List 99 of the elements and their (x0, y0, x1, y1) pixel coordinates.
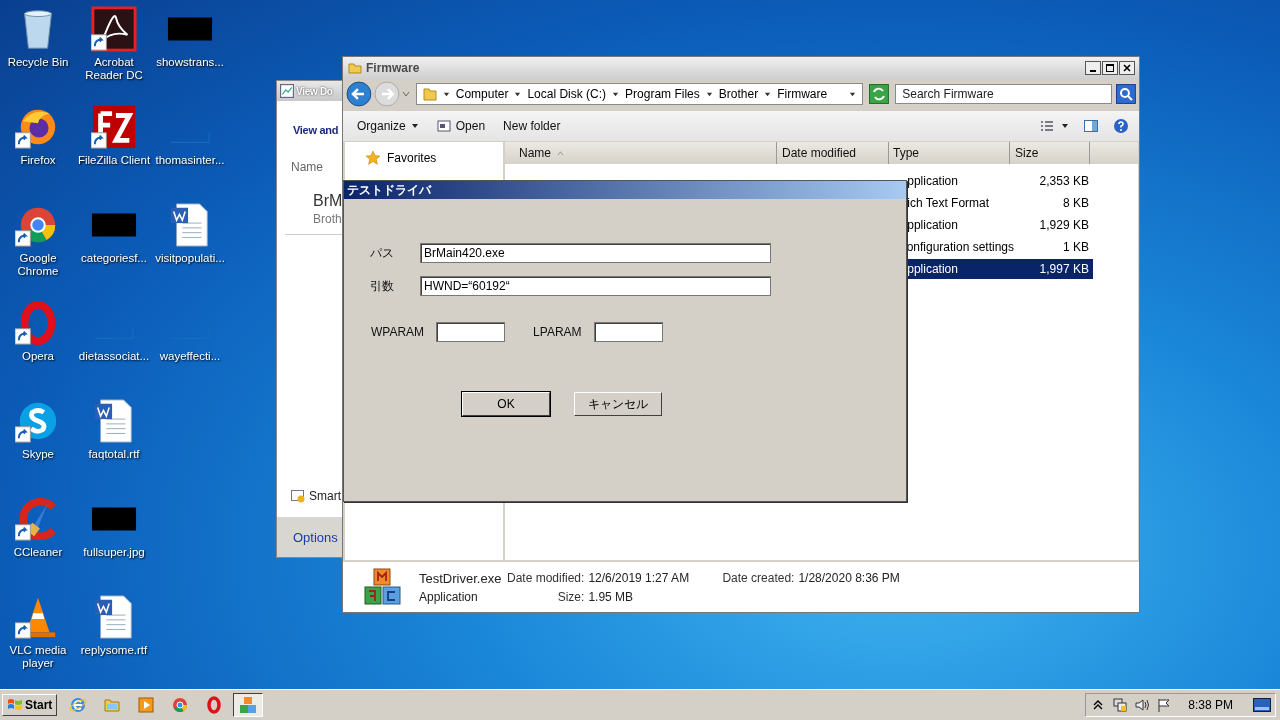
nav-item[interactable]: Favorites (387, 151, 437, 165)
input-field[interactable] (436, 322, 506, 342)
panel-heading: View and (293, 124, 339, 136)
detail-value: 1/28/2020 8:36 PM (798, 571, 900, 585)
detail-value: 1.95 MB (588, 589, 635, 604)
table-cell-text: onfiguration settings (905, 240, 1014, 254)
icon-label[interactable]: categoriesf... (76, 252, 152, 265)
column-header[interactable]: Type (889, 142, 1010, 164)
field-label: 引数 (370, 277, 395, 295)
icon-label[interactable]: dietassociat... (76, 350, 152, 363)
icon-label[interactable]: Google Chrome (0, 252, 76, 278)
caret-icon[interactable] (705, 90, 713, 98)
breadcrumb-item[interactable]: Local Disk (C:) (527, 87, 607, 101)
table-cell-text: pplication (906, 262, 959, 276)
breadcrumb-item[interactable]: Brother (718, 87, 759, 101)
file-name: TestDriver.exe (419, 570, 503, 586)
table-cell-text: 8 KB (1061, 196, 1090, 210)
caret-icon[interactable] (612, 90, 620, 98)
window-title: View Do (296, 85, 333, 97)
icon-label[interactable]: thomasinter... (152, 154, 228, 167)
icon-label[interactable]: VLC media player (0, 644, 76, 670)
caret-icon[interactable] (849, 90, 857, 98)
warning-shield-icon (291, 489, 305, 503)
field-label: WPARAM (371, 325, 425, 339)
breadcrumb-item[interactable]: Computer (455, 87, 509, 101)
icon-label[interactable]: visitpopulati... (152, 252, 228, 265)
speaker-icon[interactable] (1134, 697, 1151, 713)
icon-label[interactable]: Firefox (0, 154, 76, 167)
breadcrumb-item[interactable]: Firmware (777, 87, 828, 101)
icon-label[interactable]: replysome.rtf (76, 644, 152, 657)
caret-icon[interactable] (1061, 122, 1069, 130)
column-header[interactable]: Name (291, 160, 323, 174)
column-header[interactable]: Date modified (777, 142, 889, 164)
zigzag-app-icon[interactable] (91, 104, 137, 150)
caret-icon[interactable] (442, 90, 450, 98)
table-cell-text: 1 KB (1061, 240, 1090, 254)
task-link[interactable]: Smart (309, 489, 341, 503)
dialog-title: テストドライバ (347, 181, 431, 199)
input-field[interactable] (593, 322, 663, 342)
icon-label[interactable]: CCleaner (0, 546, 76, 559)
input-field[interactable]: HWND=“60192“ (420, 276, 771, 296)
help-icon[interactable] (1113, 118, 1129, 134)
network-icon[interactable] (1112, 697, 1129, 713)
item-title: BrM (313, 192, 343, 210)
breadcrumb-item[interactable]: Program Files (625, 87, 700, 101)
field-label: LPARAM (533, 325, 582, 339)
pdf-app-icon[interactable] (91, 6, 137, 52)
search-field[interactable]: Search Firmware (895, 84, 1113, 104)
toolbar-button[interactable]: Organize (353, 117, 423, 135)
folder-icon (348, 61, 362, 75)
toolbar-button[interactable]: New folder (499, 117, 565, 135)
table-cell-text: 2,353 KB (1038, 174, 1090, 188)
table-cell-text: ich Text Format (906, 196, 991, 210)
window-title: Firmware (366, 61, 421, 75)
preview-pane-icon[interactable] (1083, 118, 1099, 134)
detail-label: Size: (557, 589, 585, 604)
input-field[interactable]: BrMain420.exe (420, 243, 771, 263)
window-icon[interactable] (436, 119, 451, 133)
table-cell-text: pplication (906, 218, 959, 232)
view-options-icon[interactable] (1039, 118, 1055, 134)
flag-logo-icon[interactable] (7, 697, 23, 713)
column-header[interactable]: Name (505, 142, 777, 164)
dialog-button[interactable]: OK (462, 392, 550, 416)
icon-label[interactable]: faqtotal.rtf (76, 448, 152, 461)
star-icon (365, 150, 381, 166)
detail-value: 12/6/2019 1:27 AM (588, 571, 691, 585)
caret-icon[interactable] (764, 90, 772, 98)
refresh-button[interactable] (869, 84, 890, 104)
table-cell-text: 1,929 KB (1038, 218, 1090, 232)
icon-label[interactable]: fullsuper.jpg (76, 546, 152, 559)
file-type: Application (419, 589, 479, 604)
icon-label[interactable]: Recycle Bin (0, 56, 76, 69)
item-subtitle: Broth (313, 212, 342, 226)
table-cell-text: pplication (906, 174, 959, 188)
address-bar[interactable]: Computer Local Disk (C:) Program Files Brother Firmware (415, 83, 864, 105)
icon-label[interactable]: FileZilla Client (76, 154, 152, 167)
toolbar-button[interactable]: Open (432, 117, 490, 135)
blocks-app-icon (363, 567, 403, 607)
icon-label[interactable]: Opera (0, 350, 76, 363)
search-button[interactable] (1116, 84, 1136, 104)
detail-label: Date modified: (507, 571, 585, 585)
start-button[interactable]: Start (2, 694, 58, 716)
caret-icon[interactable] (514, 90, 522, 98)
detail-label: Date created: (722, 571, 795, 585)
table-cell-text: 1,997 KB (1038, 262, 1090, 276)
show-desktop-button[interactable] (1253, 698, 1271, 712)
back-button[interactable] (346, 81, 372, 107)
caret-icon[interactable] (410, 122, 419, 130)
blocks-app-icon[interactable] (233, 693, 264, 717)
field-label: パス (370, 244, 395, 262)
icon-label[interactable]: wayeffecti... (152, 350, 228, 363)
icon-label[interactable]: showstrans... (152, 56, 228, 69)
column-header[interactable]: Size (1010, 142, 1090, 164)
icon-label[interactable]: Acrobat Reader DC (76, 56, 152, 82)
clock[interactable]: 8:38 PM (1188, 698, 1233, 712)
icon-label[interactable]: Skype (0, 448, 76, 461)
chart-window-icon (280, 84, 294, 98)
dialog-button[interactable]: キャンセル (574, 392, 662, 416)
folder-icon (422, 87, 437, 101)
